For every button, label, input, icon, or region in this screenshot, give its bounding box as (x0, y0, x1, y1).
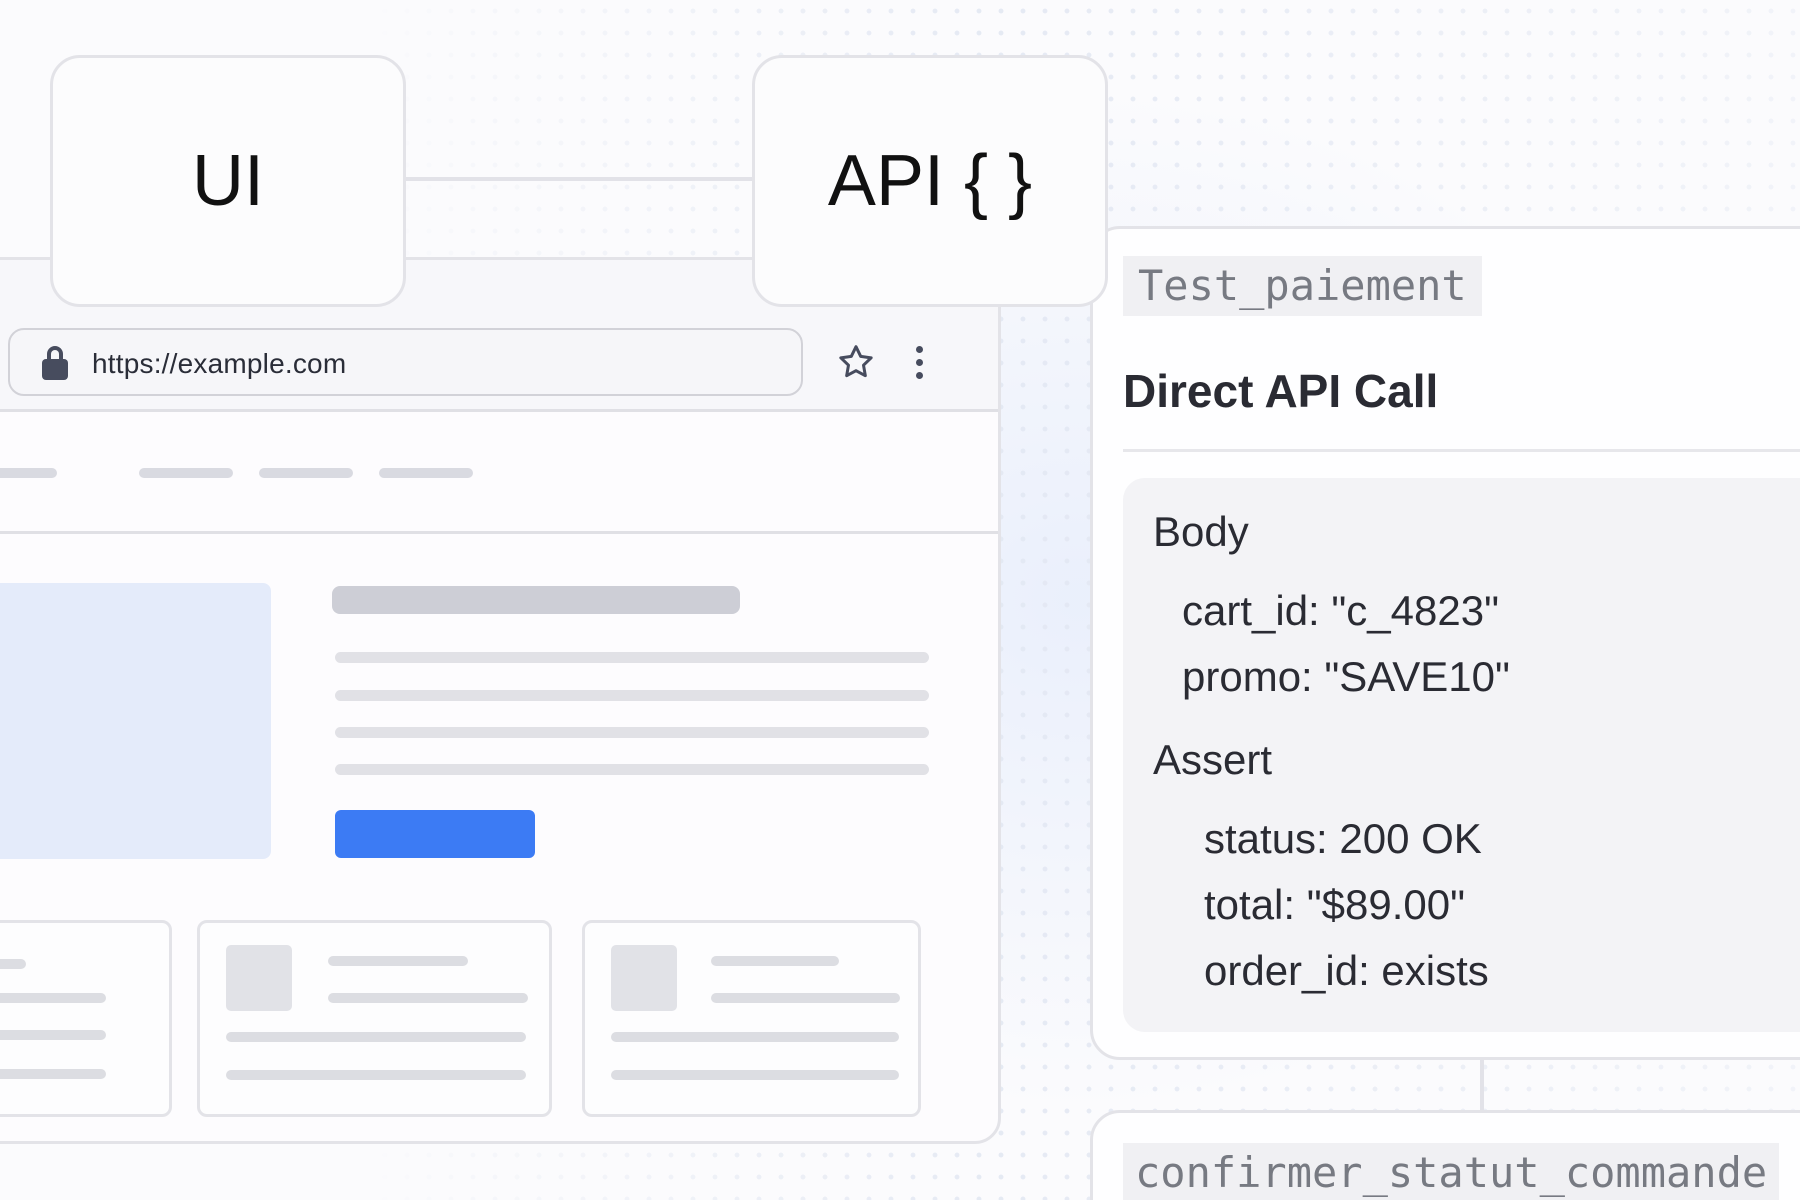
nav-item[interactable] (379, 468, 473, 478)
cta-button[interactable] (335, 810, 535, 858)
api-label: API { } (827, 141, 1033, 221)
assertion: total: "$89.00" (1204, 881, 1466, 928)
nav-item[interactable] (259, 468, 353, 478)
heading-placeholder (332, 586, 740, 614)
next-test-panel: confirmer_statut_commande (1090, 1110, 1800, 1200)
panel-title: Direct API Call (1123, 365, 1439, 417)
test-name-tag: confirmer_statut_commande (1123, 1143, 1780, 1200)
lock-icon (42, 346, 68, 380)
api-test-panel: Test_paiement Direct API Call Body cart_… (1090, 226, 1800, 1060)
test-name-tag: Test_paiement (1123, 256, 1482, 316)
divider (1123, 449, 1800, 452)
ui-api-connector (405, 177, 753, 181)
nav-item[interactable] (0, 468, 57, 478)
card-thumbnail (226, 945, 292, 1011)
body-heading: Body (1153, 508, 1249, 555)
nav-item[interactable] (139, 468, 233, 478)
card-thumbnail (611, 945, 677, 1011)
assert-heading: Assert (1153, 736, 1273, 783)
body-field: cart_id: "c_4823" (1182, 587, 1500, 634)
panel-connector (1480, 1058, 1484, 1113)
more-vert-icon[interactable] (914, 346, 924, 382)
product-card[interactable] (582, 920, 921, 1117)
url-text: https://example.com (92, 348, 347, 379)
text-placeholder (335, 727, 929, 738)
body-field: promo: "SAVE10" (1182, 653, 1510, 700)
address-bar[interactable]: https://example.com (8, 328, 803, 396)
star-icon[interactable] (836, 342, 876, 382)
assertion: order_id: exists (1204, 947, 1489, 994)
site-nav (0, 412, 998, 534)
api-label-box: API { } (752, 55, 1108, 307)
text-placeholder (335, 764, 929, 775)
browser-window: https://example.com (0, 257, 1001, 1144)
text-placeholder (335, 690, 929, 701)
request-spec: Body cart_id: "c_4823" promo: "SAVE10" A… (1123, 478, 1800, 1032)
assertion: status: 200 OK (1204, 815, 1482, 862)
product-card[interactable] (197, 920, 552, 1117)
product-card[interactable] (0, 920, 172, 1117)
ui-label-box: UI (50, 55, 406, 307)
ui-label: UI (192, 141, 264, 221)
hero-image-placeholder (0, 583, 271, 859)
text-placeholder (335, 652, 929, 663)
